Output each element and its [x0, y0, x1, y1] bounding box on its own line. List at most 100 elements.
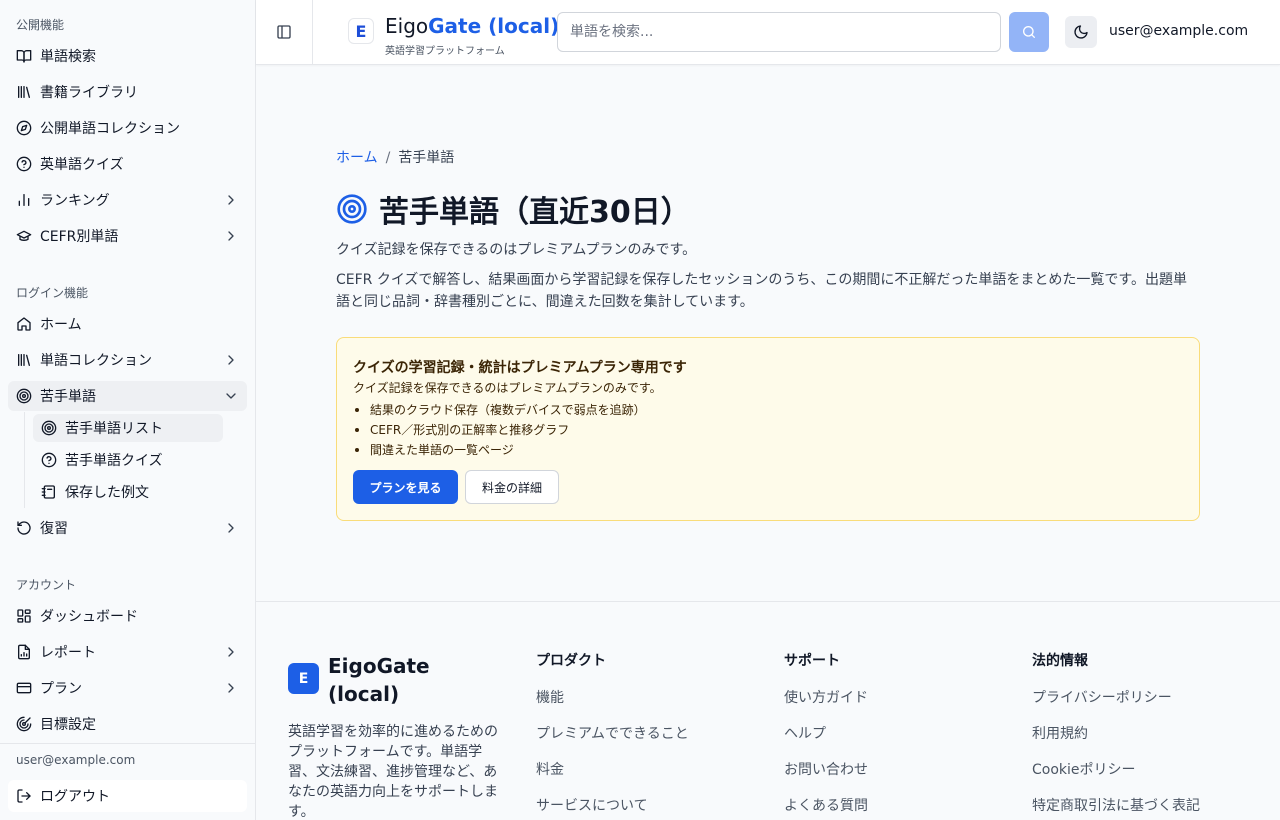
premium-notice-text: クイズ記録を保存できるのはプレミアムプランのみです。: [336, 242, 697, 258]
sidebar-item-label: 単語コレクション: [40, 353, 152, 369]
breadcrumb-current: 苦手単語: [398, 150, 455, 166]
sidebar-item-dashboard[interactable]: ダッシュボード: [8, 601, 247, 631]
footer-link[interactable]: プライバシーポリシー: [1032, 688, 1200, 724]
moon-icon: [1074, 25, 1088, 39]
sidebar-item-label: 苦手単語: [40, 389, 96, 405]
sidebar-item-goal-settings[interactable]: 目標設定: [8, 709, 247, 739]
footer-link[interactable]: プレミアムでできること: [536, 724, 689, 760]
breadcrumb: ホーム / 苦手単語: [336, 147, 454, 167]
section-label-public: 公開機能: [16, 18, 65, 32]
sidebar-item-book-library[interactable]: 書籍ライブラリ: [8, 77, 247, 107]
footer-column-product: プロダクト 機能 プレミアムでできること 料金 サービスについて: [536, 652, 689, 820]
sidebar-item-label: 書籍ライブラリ: [40, 85, 138, 101]
brand-name[interactable]: EigoGate (local): [385, 13, 559, 39]
submenu-guide-line: [24, 412, 25, 508]
list-item: 結果のクラウド保存（複数デバイスで弱点を追跡）: [353, 402, 646, 422]
brand-name-accent: Gate (local): [428, 14, 560, 38]
target-icon: [41, 420, 57, 436]
search-input[interactable]: [557, 12, 1001, 52]
footer-link[interactable]: お問い合わせ: [784, 760, 868, 796]
footer-link[interactable]: 機能: [536, 688, 689, 724]
logout-button[interactable]: ログアウト: [8, 780, 247, 812]
footer-link[interactable]: ヘルプ: [784, 724, 868, 760]
library-icon: [18, 86, 30, 98]
page-title-row: 苦手単語（直近30日）: [336, 187, 691, 231]
footer-link[interactable]: よくある質問: [784, 796, 868, 820]
sidebar-item-word-search[interactable]: 単語検索: [8, 41, 247, 71]
sidebar: 公開機能 単語検索 書籍ライブラリ 公開単語コレクション 英単語クイズ ランキン…: [0, 0, 256, 820]
footer-column-legal: 法的情報 プライバシーポリシー 利用規約 Cookieポリシー 特定商取引法に基…: [1032, 652, 1200, 820]
footer-column-title: プロダクト: [536, 653, 606, 669]
sidebar-toggle-button[interactable]: [272, 20, 296, 44]
sidebar-subitem-weak-quiz[interactable]: 苦手単語クイズ: [33, 446, 223, 474]
chevron-right-icon: [228, 683, 234, 693]
list-item: 間違えた単語の一覧ページ: [353, 442, 646, 462]
sidebar-item-label: 目標設定: [40, 717, 96, 733]
pricing-details-button[interactable]: 料金の詳細: [465, 470, 559, 504]
log-out-icon: [17, 789, 31, 803]
main-content: ホーム / 苦手単語 苦手単語（直近30日） クイズ記録を保存できるのはプレミアムプ…: [256, 65, 1280, 602]
premium-box-title: クイズの学習記録・統計はプレミアムプラン専用です: [353, 360, 687, 376]
theme-toggle-button[interactable]: [1065, 16, 1097, 48]
footer-link[interactable]: 利用規約: [1032, 724, 1200, 760]
chevron-right-icon: [228, 355, 234, 365]
top-header: E EigoGate (local) 英語学習プラットフォーム user@exa…: [256, 0, 1280, 65]
layout-grid-icon: [17, 609, 31, 623]
section-label-account: アカウント: [16, 578, 77, 592]
footer-column-title: 法的情報: [1032, 653, 1088, 669]
sidebar-subitem-label: 苦手単語クイズ: [65, 453, 163, 469]
file-chart-icon: [18, 644, 30, 660]
sidebar-item-word-collections[interactable]: 単語コレクション: [8, 345, 247, 375]
premium-upsell-box: クイズの学習記録・統計はプレミアムプラン専用です クイズ記録を保存できるのはプレ…: [336, 337, 1200, 521]
section-label-login: ログイン機能: [16, 286, 89, 300]
notebook-icon: [41, 485, 55, 499]
page-description: CEFR クイズで解答し、結果画面から学習記録を保存したセッションのうち、この期…: [336, 272, 1188, 310]
sidebar-item-label: 単語検索: [40, 49, 96, 65]
footer-link[interactable]: 特定商取引法に基づく表記: [1032, 796, 1200, 820]
view-plans-button[interactable]: プランを見る: [353, 470, 458, 504]
sidebar-subitem-label: 保存した例文: [65, 485, 149, 501]
sidebar-subitem-label: 苦手単語リスト: [65, 421, 163, 437]
brand-logo[interactable]: E: [348, 18, 374, 44]
chevron-down-icon: [226, 393, 236, 399]
sidebar-item-weak-words[interactable]: 苦手単語: [8, 381, 247, 411]
sidebar-item-cefr-words[interactable]: CEFR別単語: [8, 221, 247, 251]
footer-link[interactable]: サービスについて: [536, 796, 689, 820]
sidebar-item-review[interactable]: 復習: [8, 513, 247, 543]
footer-link[interactable]: 料金: [536, 760, 689, 796]
footer-column-title: サポート: [784, 653, 840, 669]
sidebar-item-plan[interactable]: プラン: [8, 673, 247, 703]
chevron-right-icon: [228, 195, 234, 205]
brand-name-main: Eigo: [385, 14, 429, 38]
sidebar-item-label: 公開単語コレクション: [40, 121, 180, 137]
footer-link[interactable]: Cookieポリシー: [1032, 760, 1200, 796]
footer-column-support: サポート 使い方ガイド ヘルプ お問い合わせ よくある質問: [784, 652, 868, 820]
logout-label: ログアウト: [40, 789, 110, 805]
library-icon: [18, 354, 30, 366]
sidebar-item-public-collections[interactable]: 公開単語コレクション: [8, 113, 247, 143]
footer-link[interactable]: 使い方ガイド: [784, 688, 868, 724]
sidebar-item-report[interactable]: レポート: [8, 637, 247, 667]
header-user-email[interactable]: user@example.com: [1109, 23, 1248, 39]
target-icon: [16, 388, 32, 404]
list-item: CEFR／形式別の正解率と推移グラフ: [353, 422, 646, 442]
breadcrumb-home-link[interactable]: ホーム: [336, 150, 378, 166]
sidebar-item-word-quiz[interactable]: 英単語クイズ: [8, 149, 247, 179]
help-circle-icon: [16, 156, 32, 172]
sidebar-item-label: 英単語クイズ: [40, 157, 124, 173]
sidebar-subitem-weak-list[interactable]: 苦手単語リスト: [33, 414, 223, 442]
premium-box-desc: クイズ記録を保存できるのはプレミアムプランのみです。: [353, 381, 662, 395]
sidebar-item-label: プラン: [40, 681, 82, 697]
premium-feature-list: 結果のクラウド保存（複数デバイスで弱点を追跡） CEFR／形式別の正解率と推移グ…: [353, 402, 646, 462]
sidebar-item-label: ホーム: [40, 317, 82, 333]
footer-description: 英語学習を効率的に進めるためのプラットフォームです。単語学習、文法練習、進捗管理…: [288, 724, 498, 820]
footer-brand: EigoGate (local): [328, 654, 430, 706]
search-button[interactable]: [1009, 12, 1049, 52]
sidebar-item-ranking[interactable]: ランキング: [8, 185, 247, 215]
chevron-right-icon: [228, 231, 234, 241]
search-icon: [1022, 26, 1035, 38]
sidebar-item-label: CEFR別単語: [40, 229, 119, 245]
sidebar-subitem-saved-examples[interactable]: 保存した例文: [33, 478, 223, 506]
compass-icon: [16, 120, 32, 136]
sidebar-item-home[interactable]: ホーム: [8, 309, 247, 339]
